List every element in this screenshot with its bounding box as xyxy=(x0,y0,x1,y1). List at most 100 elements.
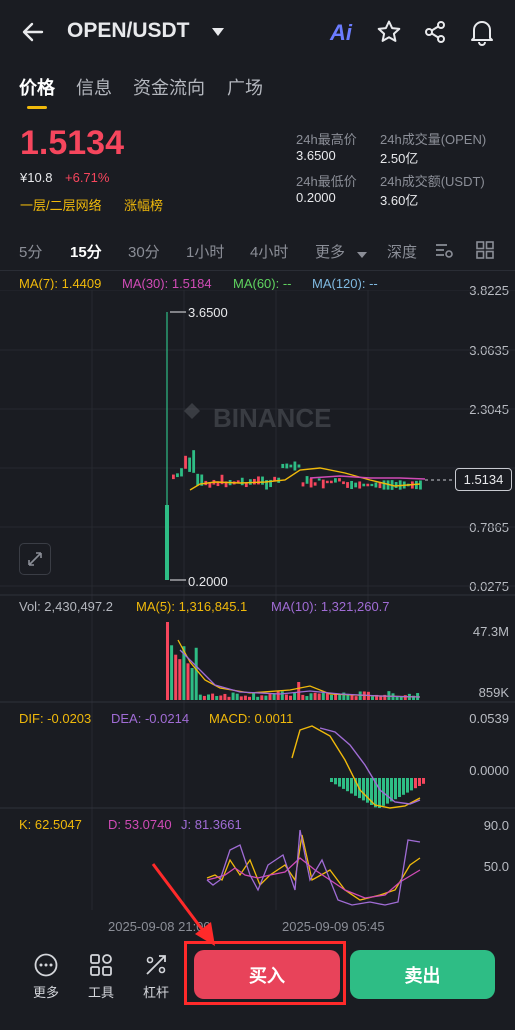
candle xyxy=(342,481,345,485)
high-value: 3.6500 xyxy=(296,148,336,163)
volume-bar xyxy=(317,693,321,700)
volume-bar xyxy=(243,695,247,700)
tf-4h[interactable]: 4小时 xyxy=(250,241,288,262)
dea-legend: DEA: -0.0214 xyxy=(111,711,190,726)
last-price: 1.5134 xyxy=(20,124,124,162)
low-label: 24h最低价 xyxy=(296,174,357,189)
volume-bar xyxy=(371,696,374,700)
volume-bar xyxy=(252,692,256,700)
volume-bar xyxy=(227,696,231,700)
footer-tools[interactable]: 工具 xyxy=(83,952,119,1001)
macd-bar xyxy=(330,778,333,782)
indicator-settings-icon[interactable] xyxy=(434,240,454,260)
candle xyxy=(240,477,244,486)
tf-1h[interactable]: 1小时 xyxy=(186,241,224,262)
volume-bar xyxy=(223,693,227,700)
tag-gainers[interactable]: 涨幅榜 xyxy=(124,195,163,214)
volume-bar xyxy=(293,692,297,700)
candle xyxy=(313,482,317,486)
tab-fund-flow[interactable]: 资金流向 xyxy=(133,74,205,100)
macd-axis-top: 0.0539 xyxy=(469,711,509,726)
volume-bar xyxy=(248,696,251,700)
volume-bar xyxy=(264,695,268,700)
tag-layer-network[interactable]: 一层/二层网络 xyxy=(20,195,102,214)
fullscreen-button[interactable] xyxy=(19,543,51,575)
candle xyxy=(257,476,260,485)
macd-bar xyxy=(378,778,381,808)
candle xyxy=(188,457,191,472)
macd-bar xyxy=(398,778,401,797)
tf-30m[interactable]: 30分 xyxy=(128,241,160,262)
sell-button[interactable]: 卖出 xyxy=(350,950,495,999)
back-arrow-icon[interactable] xyxy=(20,19,46,45)
macd-axis-mid: 0.0000 xyxy=(469,763,509,778)
j-legend: J: 81.3661 xyxy=(181,817,242,832)
vol-legend: Vol: 2,430,497.2 xyxy=(19,599,113,614)
expand-icon xyxy=(28,552,42,566)
volume-bar xyxy=(297,682,301,700)
candle xyxy=(346,482,349,488)
volume-bar xyxy=(219,695,223,700)
candle xyxy=(366,483,370,487)
macd-bar xyxy=(410,778,413,791)
bell-icon[interactable] xyxy=(469,18,495,46)
candle xyxy=(180,468,183,477)
volume-value: 2.50亿 xyxy=(380,151,419,166)
tf-more[interactable]: 更多 xyxy=(315,241,345,262)
candle xyxy=(350,480,353,490)
candle xyxy=(317,478,321,481)
volume-bar xyxy=(190,668,194,700)
ma7-legend: MA(7): 1.4409 xyxy=(19,276,102,291)
cny-price: ¥10.8 xyxy=(20,170,53,185)
candle xyxy=(297,464,301,468)
tf-5m[interactable]: 5分 xyxy=(19,241,42,262)
share-icon[interactable] xyxy=(422,19,448,45)
macd-bar xyxy=(422,778,425,784)
pair-title[interactable]: OPEN/USDT xyxy=(67,19,190,43)
macd-bar xyxy=(334,778,337,785)
volume-bar xyxy=(215,696,219,700)
candle xyxy=(281,463,285,469)
candle xyxy=(374,482,378,488)
ai-icon[interactable]: Ai xyxy=(330,20,352,46)
candle xyxy=(196,473,200,486)
volume-bar xyxy=(284,694,288,700)
volume-bar xyxy=(194,647,198,700)
volume-bar xyxy=(178,659,182,700)
buy-button[interactable]: 买入 xyxy=(194,950,340,999)
volume-bar xyxy=(211,693,215,700)
candle xyxy=(289,464,293,468)
vol-axis-top: 47.3M xyxy=(472,624,509,639)
candle xyxy=(329,480,333,484)
layout-grid-icon[interactable] xyxy=(475,240,495,260)
candle xyxy=(176,473,179,478)
volume-bar xyxy=(166,622,169,700)
macd-bar xyxy=(406,778,409,793)
footer-more[interactable]: 更多 xyxy=(28,952,64,1001)
tf-depth[interactable]: 深度 xyxy=(387,241,417,262)
volume-bar xyxy=(256,696,260,700)
macd-bar xyxy=(362,778,365,801)
tab-info[interactable]: 信息 xyxy=(76,74,112,100)
annotation-arrow-icon xyxy=(151,863,215,946)
volume-bar xyxy=(198,694,202,700)
macd-bar xyxy=(414,778,417,789)
candle xyxy=(261,476,264,485)
candle xyxy=(305,476,309,484)
candle xyxy=(354,482,358,488)
star-icon[interactable] xyxy=(376,19,402,45)
tf-15m[interactable]: 15分 xyxy=(70,241,102,262)
candle xyxy=(338,478,341,482)
dif-legend: DIF: -0.0203 xyxy=(19,711,92,726)
volume-bar xyxy=(330,694,333,700)
tab-price[interactable]: 价格 xyxy=(19,74,55,100)
macd-bar xyxy=(338,778,341,787)
current-price-tag: 1.5134 xyxy=(455,468,512,491)
tab-square[interactable]: 广场 xyxy=(227,74,263,100)
vol-ma5-legend: MA(5): 1,316,845.1 xyxy=(136,599,248,614)
divider xyxy=(0,270,515,271)
dropdown-caret-icon[interactable] xyxy=(211,25,225,37)
vol-axis-bottom: 859K xyxy=(478,685,509,700)
footer-leverage[interactable]: 杠杆 xyxy=(138,952,174,1001)
high-label: 24h最高价 xyxy=(296,132,357,147)
